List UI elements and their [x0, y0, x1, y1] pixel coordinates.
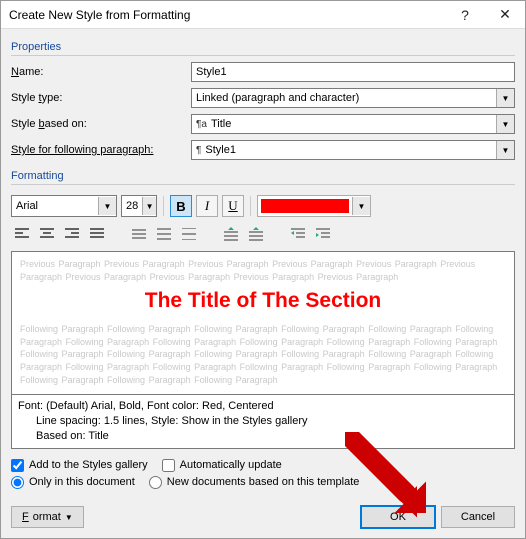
size-combo[interactable]: 28 ▼	[121, 195, 157, 217]
style-type-label: Style type:	[11, 92, 191, 104]
chevron-down-icon: ▼	[496, 115, 514, 133]
auto-update-checkbox[interactable]: Automatically update	[162, 459, 282, 472]
options-group: Add to the Styles gallery Automatically …	[11, 459, 515, 493]
pilcrow-icon: ¶a	[196, 119, 207, 130]
new-docs-radio[interactable]: New documents based on this template	[149, 476, 360, 489]
align-right-button[interactable]	[61, 223, 83, 245]
name-input[interactable]	[191, 62, 515, 82]
align-center-button[interactable]	[36, 223, 58, 245]
italic-button[interactable]: I	[196, 195, 218, 217]
align-justify-button[interactable]	[86, 223, 108, 245]
close-button[interactable]: ✕	[485, 1, 525, 29]
paragraph-toolbar	[11, 223, 515, 245]
font-color-combo[interactable]: ▼	[257, 195, 371, 217]
format-button[interactable]: Format▼	[11, 506, 84, 528]
divider	[11, 184, 515, 185]
font-combo[interactable]: Arial ▼	[11, 195, 117, 217]
preview-title: The Title of The Section	[20, 289, 506, 313]
only-this-doc-radio[interactable]: Only in this document	[11, 476, 135, 489]
underline-button[interactable]: U	[222, 195, 244, 217]
preview-pane: Previous Paragraph Previous Paragraph Pr…	[11, 251, 515, 395]
ok-button[interactable]: OK	[361, 506, 435, 528]
indent-increase-button[interactable]	[312, 223, 334, 245]
chevron-down-icon: ▼	[496, 141, 514, 159]
following-label: Style for following paragraph:	[11, 144, 191, 156]
indent-decrease-button[interactable]	[287, 223, 309, 245]
dialog-footer: Format▼ OK Cancel	[1, 498, 525, 538]
color-swatch	[261, 199, 349, 213]
following-select[interactable]: ¶Style1 ▼	[191, 140, 515, 160]
spacing-2-button[interactable]	[178, 223, 200, 245]
bold-button[interactable]: B	[170, 195, 192, 217]
cancel-button[interactable]: Cancel	[441, 506, 515, 528]
style-type-select[interactable]: Linked (paragraph and character) ▼	[191, 88, 515, 108]
ghost-after: Following Paragraph Following Paragraph …	[20, 323, 506, 386]
align-left-button[interactable]	[11, 223, 33, 245]
properties-label: Properties	[11, 41, 515, 53]
style-description: Font: (Default) Arial, Bold, Font color:…	[11, 395, 515, 449]
spacing-1-button[interactable]	[128, 223, 150, 245]
chevron-down-icon: ▼	[496, 89, 514, 107]
chevron-down-icon: ▼	[98, 197, 116, 215]
help-button[interactable]: ?	[445, 1, 485, 29]
chevron-down-icon: ▼	[352, 197, 370, 215]
formatting-toolbar: Arial ▼ 28 ▼ B I U ▼	[11, 195, 515, 217]
titlebar: Create New Style from Formatting ? ✕	[1, 1, 525, 29]
spacing-15-button[interactable]	[153, 223, 175, 245]
formatting-label: Formatting	[11, 170, 515, 182]
divider	[11, 55, 515, 56]
chevron-down-icon: ▼	[142, 197, 156, 215]
add-to-gallery-checkbox[interactable]: Add to the Styles gallery	[11, 459, 148, 472]
name-label: Name:	[11, 66, 191, 78]
based-on-label: Style based on:	[11, 118, 191, 130]
ghost-before: Previous Paragraph Previous Paragraph Pr…	[20, 258, 506, 283]
space-before-inc-button[interactable]	[220, 223, 242, 245]
based-on-select[interactable]: ¶aTitle ▼	[191, 114, 515, 134]
pilcrow-icon: ¶	[196, 145, 201, 156]
create-style-dialog: Create New Style from Formatting ? ✕ Pro…	[0, 0, 526, 539]
space-before-dec-button[interactable]	[245, 223, 267, 245]
dialog-title: Create New Style from Formatting	[9, 8, 445, 22]
